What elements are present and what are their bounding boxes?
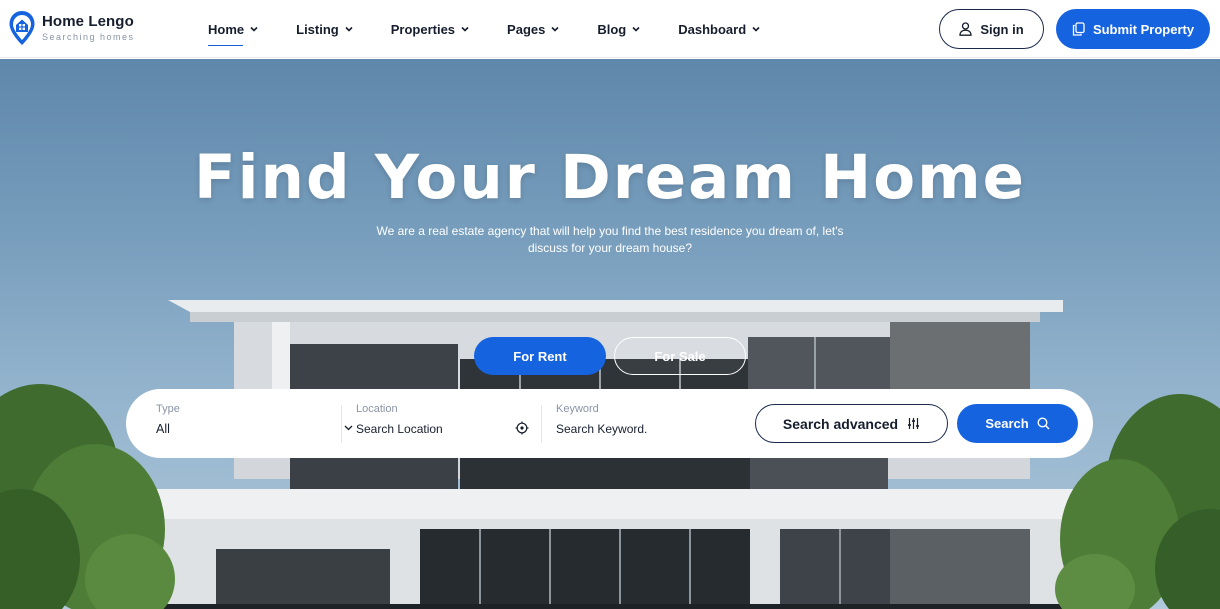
keyword-field[interactable]: Keyword Search Keyword.	[556, 403, 726, 445]
sign-in-button[interactable]: Sign in	[939, 9, 1044, 49]
chevron-down-icon	[551, 26, 559, 32]
hero-subtitle: We are a real estate agency that will he…	[376, 224, 844, 255]
brand-tagline: Searching homes	[42, 32, 135, 42]
tab-for-rent[interactable]: For Rent	[474, 337, 606, 375]
keyword-input[interactable]: Search Keyword.	[556, 422, 647, 436]
nav-item-properties[interactable]: Properties	[391, 22, 470, 37]
keyword-label: Keyword	[556, 403, 599, 415]
chevron-down-icon	[344, 425, 353, 431]
search-advanced-label: Search advanced	[782, 415, 899, 432]
location-label: Location	[356, 403, 398, 415]
copy-document-icon	[1072, 22, 1085, 36]
sliders-icon	[908, 418, 920, 429]
type-label: Type	[156, 403, 180, 415]
main-nav: Home Listing Properties Pages Blog Dashb…	[208, 0, 761, 58]
nav-item-label: Home	[208, 21, 245, 37]
nav-item-label: Blog	[597, 21, 627, 37]
location-field[interactable]: Location Search Location	[356, 403, 529, 445]
tab-for-sale[interactable]: For Sale	[614, 337, 746, 375]
submit-property-label: Submit Property	[1092, 21, 1195, 37]
sign-in-label: Sign in	[980, 21, 1024, 37]
nav-item-pages[interactable]: Pages	[507, 22, 560, 37]
brand-logo[interactable]: Home Lengo Searching homes	[8, 10, 135, 46]
field-divider	[541, 405, 542, 443]
brand-name: Home Lengo	[42, 13, 134, 30]
nav-item-dashboard[interactable]: Dashboard	[678, 22, 761, 37]
nav-item-blog[interactable]: Blog	[597, 22, 641, 37]
locate-target-icon[interactable]	[515, 421, 529, 435]
site-header: Home Lengo Searching homes Home Listing …	[0, 0, 1220, 58]
home-pin-logo-icon	[9, 11, 35, 45]
user-icon	[959, 22, 972, 36]
submit-property-button[interactable]: Submit Property	[1056, 9, 1210, 49]
chevron-down-icon	[250, 26, 258, 32]
nav-item-label: Pages	[507, 21, 546, 37]
search-advanced-button[interactable]: Search advanced	[755, 404, 948, 443]
chevron-down-icon	[461, 26, 469, 32]
nav-item-label: Listing	[296, 21, 339, 37]
nav-item-label: Properties	[390, 21, 456, 37]
field-divider	[341, 405, 342, 443]
nav-item-listing[interactable]: Listing	[296, 22, 354, 37]
location-input[interactable]: Search Location	[356, 422, 443, 436]
hero-title: Find Your Dream Home	[193, 142, 1027, 213]
nav-item-home[interactable]: Home	[208, 21, 259, 46]
type-select[interactable]: Type All	[156, 403, 353, 445]
nav-item-label: Dashboard	[678, 21, 747, 37]
property-search-bar: Type All Location Search Location Keywor…	[126, 389, 1093, 458]
type-value: All	[156, 422, 170, 436]
search-button-label: Search	[985, 416, 1029, 431]
hero-section: Find Your Dream Home We are a real estat…	[0, 59, 1220, 609]
chevron-down-icon	[345, 26, 353, 32]
search-button[interactable]: Search	[957, 404, 1078, 443]
chevron-down-icon	[632, 26, 640, 32]
chevron-down-icon	[752, 26, 760, 32]
search-icon	[1037, 417, 1050, 430]
